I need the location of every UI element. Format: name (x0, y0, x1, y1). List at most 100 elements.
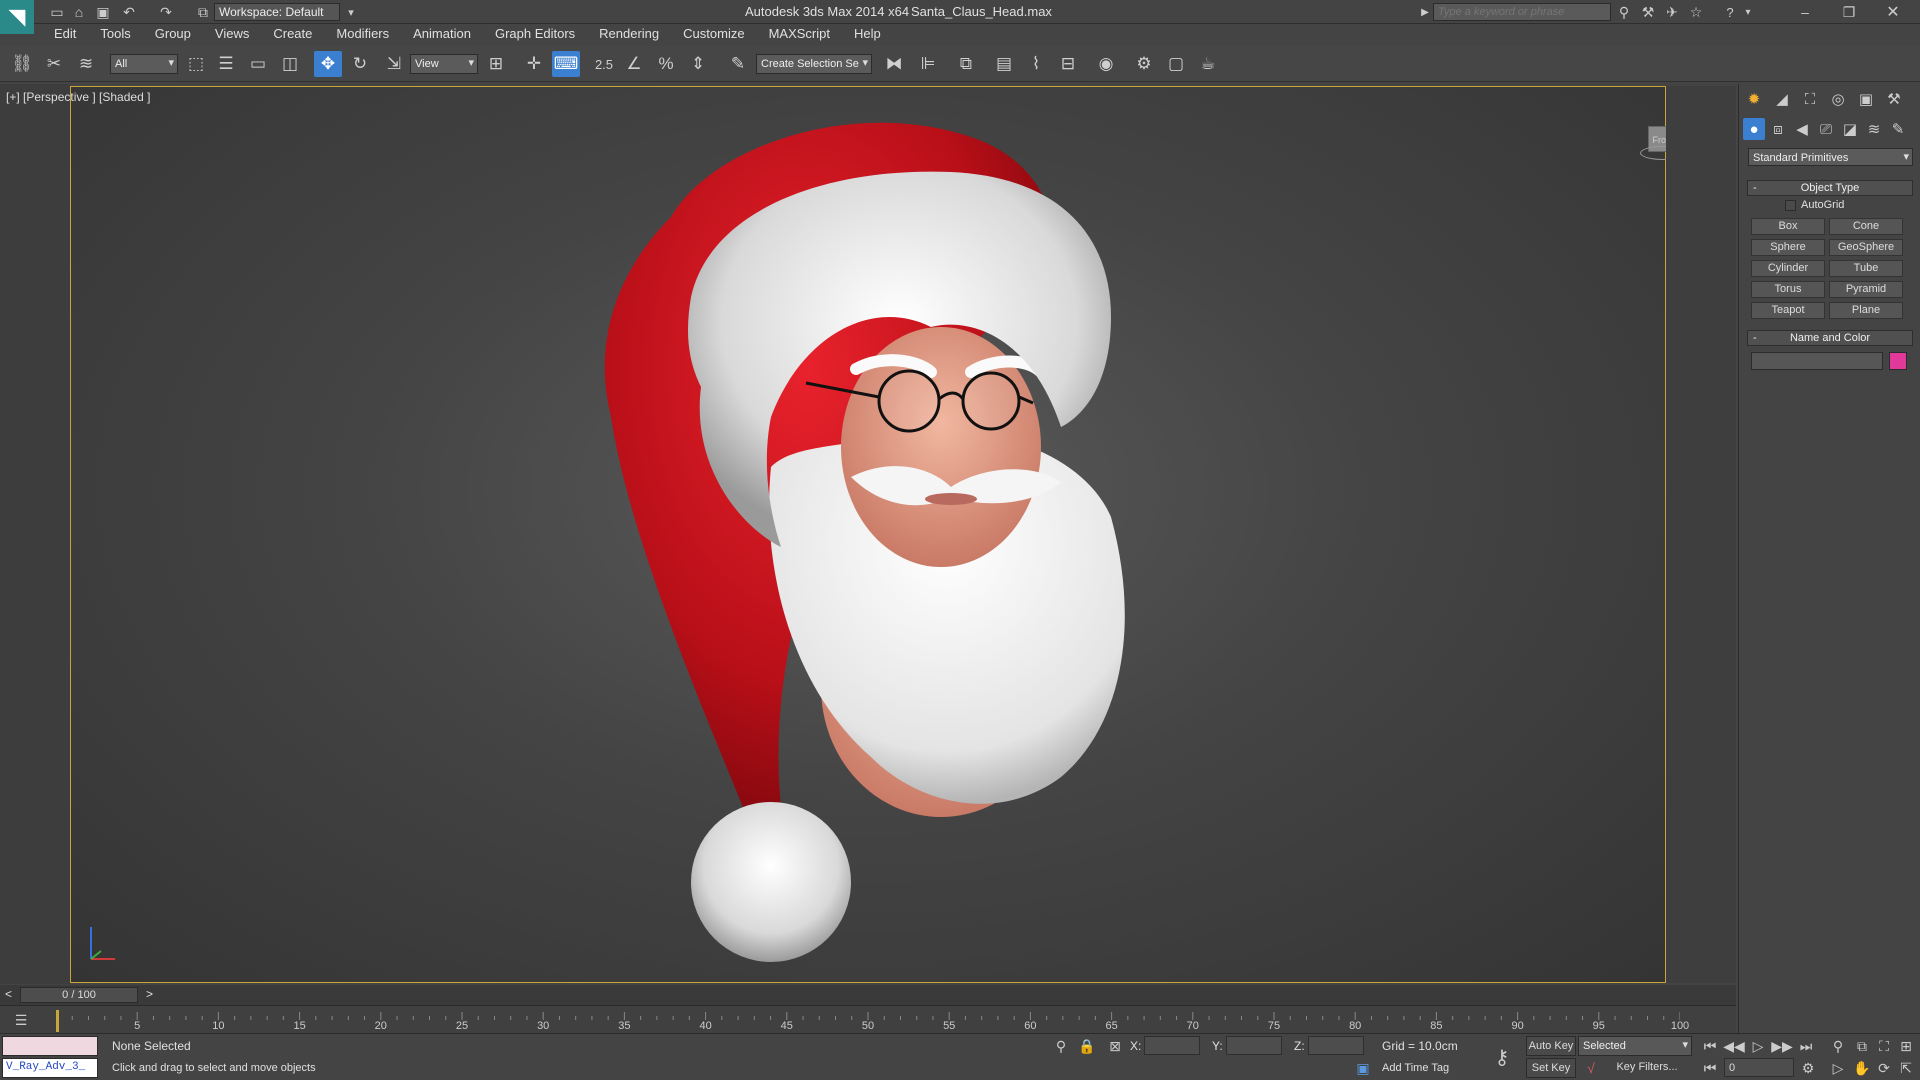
pan-view-icon[interactable]: ✋ (1852, 1058, 1872, 1078)
spacewarps-category-icon[interactable]: ≋ (1863, 118, 1885, 140)
close-icon[interactable]: ✕ (1878, 2, 1908, 22)
app-logo[interactable]: ◥ (0, 0, 34, 34)
menu-rendering[interactable]: Rendering (587, 24, 671, 43)
new-file-icon[interactable]: ▭ (48, 3, 66, 21)
rendered-frame-window-icon[interactable]: ▢ (1162, 51, 1190, 77)
object-name-input[interactable] (1751, 352, 1883, 370)
perspective-viewport[interactable] (70, 86, 1666, 983)
key-mode-toggle-icon[interactable]: ⏮ (1700, 1058, 1720, 1078)
percent-snap-icon[interactable]: % (652, 51, 680, 77)
curve-editor-icon[interactable]: ⌇ (1022, 51, 1050, 77)
menu-create[interactable]: Create (261, 24, 324, 43)
field-of-view-icon[interactable]: ▷ (1828, 1058, 1848, 1078)
help-icon[interactable]: ? (1720, 3, 1740, 21)
spinner-snap-icon[interactable]: ⇕ (684, 51, 712, 77)
mini-curve-editor-icon[interactable]: ☰ (10, 1010, 32, 1030)
bind-to-space-warp-icon[interactable]: ≋ (72, 51, 100, 77)
auto-key-button[interactable]: Auto Key (1526, 1036, 1576, 1056)
communication-icon[interactable]: ✈ (1662, 3, 1682, 21)
create-tab-icon[interactable]: ✹ (1743, 88, 1765, 110)
geometry-category-icon[interactable]: ● (1743, 118, 1765, 140)
cylinder-button[interactable]: Cylinder (1751, 260, 1825, 277)
key-filters-button[interactable]: Key Filters... (1604, 1058, 1690, 1078)
zoom-icon[interactable]: ⚲ (1828, 1036, 1848, 1056)
restore-icon[interactable]: ❐ (1834, 2, 1864, 22)
select-and-scale-icon[interactable]: ⇲ (380, 51, 408, 77)
play-icon[interactable]: ▷ (1748, 1036, 1768, 1056)
next-frame-icon[interactable]: ▶▶ (1771, 1036, 1793, 1056)
select-by-name-icon[interactable]: ☰ (212, 51, 240, 77)
edit-named-selection-icon[interactable]: ✎ (724, 51, 752, 77)
zoom-all-icon[interactable]: ⧉ (1852, 1036, 1872, 1056)
shapes-category-icon[interactable]: ⧈ (1767, 118, 1789, 140)
pyramid-button[interactable]: Pyramid (1829, 281, 1903, 298)
select-and-move-icon[interactable]: ✥ (314, 51, 342, 77)
menu-customize[interactable]: Customize (671, 24, 756, 43)
x-coordinate-field[interactable] (1144, 1036, 1200, 1055)
viewcube[interactable] (1653, 117, 1654, 118)
select-and-rotate-icon[interactable]: ↻ (346, 51, 374, 77)
helpers-category-icon[interactable]: ◪ (1839, 118, 1861, 140)
set-key-icon[interactable]: ⚷ (1486, 1044, 1518, 1070)
goto-start-icon[interactable]: ⏮ (1700, 1036, 1720, 1056)
cone-button[interactable]: Cone (1829, 218, 1903, 235)
time-slider-next[interactable]: > (146, 987, 153, 1001)
open-file-icon[interactable]: ⌂ (70, 3, 88, 21)
time-configuration-icon[interactable]: ⚙ (1798, 1058, 1818, 1078)
absolute-mode-transform-icon[interactable]: ⊠ (1106, 1036, 1124, 1056)
box-button[interactable]: Box (1751, 218, 1825, 235)
key-filter-curve-icon[interactable]: √ (1582, 1058, 1600, 1078)
time-tag-icon[interactable]: ▣ (1354, 1058, 1372, 1078)
render-setup-icon[interactable]: ⚙ (1130, 51, 1158, 77)
menu-group[interactable]: Group (143, 24, 203, 43)
select-object-icon[interactable]: ⬚ (182, 51, 210, 77)
align-icon[interactable]: ⊫ (914, 51, 942, 77)
maximize-viewport-icon[interactable]: ⇱ (1896, 1058, 1916, 1078)
menu-graph-editors[interactable]: Graph Editors (483, 24, 587, 43)
goto-end-icon[interactable]: ⏭ (1796, 1036, 1816, 1056)
plane-button[interactable]: Plane (1829, 302, 1903, 319)
favorites-icon[interactable]: ☆ (1686, 3, 1706, 21)
y-coordinate-field[interactable] (1226, 1036, 1282, 1055)
keyboard-shortcut-override-icon[interactable]: ⌨ (552, 51, 580, 77)
undo-icon[interactable]: ↶ (120, 3, 138, 21)
zoom-extents-all-icon[interactable]: ⊞ (1896, 1036, 1916, 1056)
select-and-link-icon[interactable]: ⛓ (8, 51, 36, 77)
lights-category-icon[interactable]: ◀ (1791, 118, 1813, 140)
rectangular-selection-icon[interactable]: ▭ (244, 51, 272, 77)
systems-category-icon[interactable]: ✎ (1887, 118, 1909, 140)
orbit-icon[interactable]: ⟳ (1874, 1058, 1894, 1078)
sphere-button[interactable]: Sphere (1751, 239, 1825, 256)
selection-lock-icon[interactable]: 🔒 (1078, 1036, 1096, 1056)
quick-access-dropdown-icon[interactable]: ▾ (344, 3, 358, 21)
project-folder-icon[interactable]: ⧉ (194, 3, 212, 21)
save-file-icon[interactable]: ▣ (94, 3, 112, 21)
binoculars-icon[interactable]: ⚲ (1614, 3, 1634, 21)
selection-filter-dropdown[interactable]: All (110, 54, 178, 74)
mirror-icon[interactable]: ⧓ (880, 51, 908, 77)
menu-views[interactable]: Views (203, 24, 261, 43)
graphite-ribbon-icon[interactable]: ▤ (990, 51, 1018, 77)
set-key-button[interactable]: Set Key (1526, 1058, 1576, 1078)
torus-button[interactable]: Torus (1751, 281, 1825, 298)
zoom-extents-icon[interactable]: ⛶ (1874, 1036, 1894, 1056)
menu-edit[interactable]: Edit (40, 24, 88, 43)
utilities-tab-icon[interactable]: ⚒ (1883, 88, 1905, 110)
object-color-swatch[interactable] (1889, 352, 1907, 370)
minimize-icon[interactable]: – (1790, 2, 1820, 22)
unlink-selection-icon[interactable]: ✂ (40, 51, 68, 77)
track-bar[interactable]: ☰ 5 10 15 20 25 30 35 40 45 50 55 60 65 70 75 80 85 90 95 1… (0, 1005, 1736, 1033)
time-slider-thumb[interactable]: 0 / 100 (20, 987, 138, 1003)
object-type-rollout-header[interactable]: - Object Type (1747, 180, 1913, 196)
primitive-type-dropdown[interactable]: Standard Primitives (1748, 148, 1913, 166)
redo-icon[interactable]: ↷ (157, 3, 175, 21)
subscription-icon[interactable]: ⚒ (1638, 3, 1658, 21)
time-slider[interactable]: < 0 / 100 > (0, 985, 1736, 1005)
menu-maxscript[interactable]: MAXScript (757, 24, 842, 43)
hierarchy-tab-icon[interactable]: ⛶ (1799, 88, 1821, 110)
previous-frame-icon[interactable]: ◀◀ (1723, 1036, 1745, 1056)
z-coordinate-field[interactable] (1308, 1036, 1364, 1055)
autogrid-checkbox[interactable] (1785, 200, 1796, 211)
name-and-color-rollout-header[interactable]: - Name and Color (1747, 330, 1913, 346)
render-production-icon[interactable]: ☕ (1194, 51, 1222, 77)
